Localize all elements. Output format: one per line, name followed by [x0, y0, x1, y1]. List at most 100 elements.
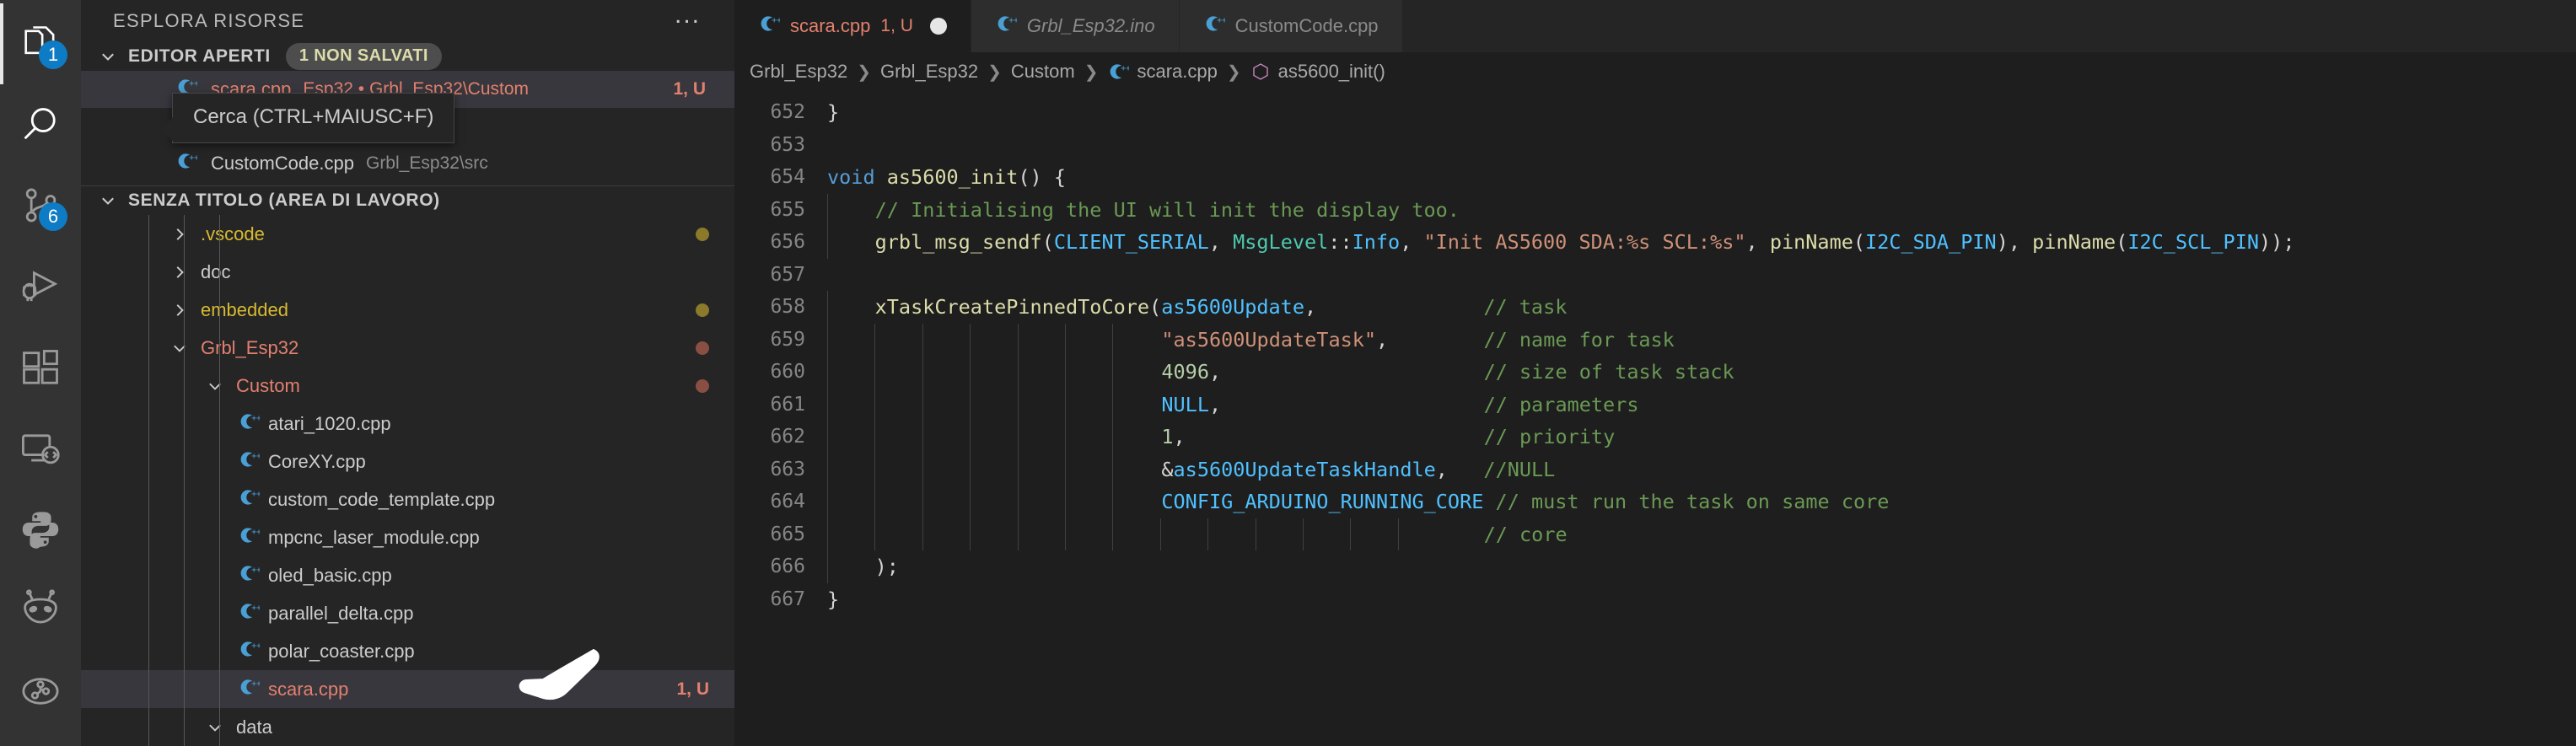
line-number-gutter: 652 653 654 655 656 657 658 659 660 661 662 663 664 6…: [734, 91, 827, 746]
activity-item-extensions[interactable]: [0, 327, 81, 408]
tab-label: Grbl_Esp32.ino: [1026, 15, 1155, 36]
activity-item-source-control[interactable]: 6: [0, 165, 81, 246]
tree-file-row[interactable]: ++ parallel_delta.cpp: [81, 594, 734, 632]
activity-item-run-debug[interactable]: [0, 246, 81, 327]
code-line[interactable]: xTaskCreatePinnedToCore(as5600Update, //…: [827, 291, 2576, 324]
code-content[interactable]: } void as5600_init() { // Initialising th…: [827, 91, 2576, 746]
tree-file-row[interactable]: ++ mpcnc_laser_module.cpp: [81, 518, 734, 556]
dirty-indicator-icon[interactable]: [929, 18, 947, 35]
explorer-badge: 1: [39, 40, 67, 69]
cpp-file-icon: ++: [238, 676, 261, 703]
breadcrumb-item[interactable]: Grbl_Esp32: [880, 61, 978, 83]
chevron-down-icon: [94, 191, 121, 210]
activity-item-search[interactable]: [0, 84, 81, 165]
cpp-file-icon: ++: [238, 486, 261, 513]
code-line[interactable]: }: [827, 96, 2576, 129]
tree-indent-guide: [148, 215, 149, 746]
tab-grbl-esp32-ino[interactable]: ++ Grbl_Esp32.ino: [971, 0, 1180, 52]
activity-item-platformio[interactable]: [0, 570, 81, 651]
svg-text:++: ++: [189, 79, 197, 89]
code-line[interactable]: [827, 259, 2576, 292]
breadcrumb-item[interactable]: as5600_init(): [1250, 61, 1385, 83]
svg-text:++: ++: [251, 451, 260, 460]
indent-guide: [922, 453, 923, 486]
tree-item-label: data: [236, 716, 272, 738]
tree-folder-row[interactable]: Grbl_Esp32: [81, 329, 734, 367]
code-line[interactable]: grbl_msg_sendf(CLIENT_SERIAL, MsgLevel::…: [827, 226, 2576, 259]
indent-guide: [874, 486, 876, 518]
editor-tabbar: ++ scara.cpp 1, U ++ Grbl_Esp32.ino: [734, 0, 2576, 52]
editor-area: ++ scara.cpp 1, U ++ Grbl_Esp32.ino: [734, 0, 2576, 746]
tab-label: scara.cpp: [790, 15, 871, 36]
breadcrumb-separator-icon: ❯: [1226, 62, 1241, 82]
tree-item-label: .vscode: [201, 223, 265, 244]
remote-icon: [22, 434, 60, 464]
activity-item-explorer[interactable]: 1: [0, 3, 81, 84]
indent-guide: [827, 291, 828, 324]
breadcrumb-item[interactable]: Custom: [1011, 61, 1075, 83]
code-line[interactable]: "as5600UpdateTask", // name for task: [827, 323, 2576, 356]
tree-folder-row[interactable]: embedded: [81, 291, 734, 329]
code-line[interactable]: 4096, // size of task stack: [827, 356, 2576, 389]
indent-guide: [1017, 486, 1019, 518]
code-line[interactable]: void as5600_init() {: [827, 161, 2576, 194]
line-number: 655: [770, 198, 805, 221]
chevron-right-icon: [167, 301, 192, 319]
line-number: 661: [770, 393, 805, 416]
tree-file-row[interactable]: ++ CoreXY.cpp: [81, 443, 734, 480]
search-icon: [24, 108, 56, 140]
code-line[interactable]: NULL, // parameters: [827, 388, 2576, 421]
code-line[interactable]: [827, 129, 2576, 162]
cpp-file-icon: ++: [995, 13, 1019, 40]
open-editors-header[interactable]: EDITOR APERTI 1 NON SALVATI: [81, 41, 734, 71]
cpp-file-icon: ++: [238, 638, 261, 665]
activity-item-remote-explorer[interactable]: [0, 408, 81, 489]
activity-bar: 1 6: [0, 0, 81, 746]
workspace-header[interactable]: SENZA TITOLO (AREA DI LAVORO): [81, 185, 734, 215]
workspace-label: SENZA TITOLO (AREA DI LAVORO): [128, 191, 440, 210]
code-line[interactable]: }: [827, 583, 2576, 616]
svg-text:++: ++: [251, 565, 260, 574]
code-line[interactable]: // Initialising the UI will init the dis…: [827, 193, 2576, 226]
line-number: 667: [770, 588, 805, 610]
svg-text:++: ++: [251, 679, 260, 688]
tree-folder-row[interactable]: Custom: [81, 367, 734, 405]
indent-guide: [1065, 421, 1066, 454]
svg-text:++: ++: [251, 413, 260, 422]
code-editor[interactable]: 652 653 654 655 656 657 658 659 660 661 662 663 664 6…: [734, 91, 2576, 746]
sidebar-title: ESPLORA RISORSE: [113, 9, 305, 31]
cpp-file-icon: ++: [1203, 13, 1227, 40]
tree-file-row[interactable]: ++ scara.cpp 1, U: [81, 670, 734, 709]
code-line[interactable]: // core: [827, 518, 2576, 550]
indent-guide: [1112, 323, 1114, 356]
open-editor-path: Grbl_Esp32\src: [365, 153, 488, 173]
code-line[interactable]: );: [827, 550, 2576, 583]
activity-item-python[interactable]: [0, 489, 81, 570]
breadcrumb-item[interactable]: ++ scara.cpp: [1107, 61, 1218, 83]
open-editor-count: 1, U: [673, 78, 706, 99]
sidebar-more-actions-icon[interactable]: ...: [675, 2, 701, 31]
tree-folder-row[interactable]: data: [81, 708, 734, 746]
code-line[interactable]: 1, // priority: [827, 421, 2576, 454]
tree-file-row[interactable]: ++ oled_basic.cpp: [81, 556, 734, 594]
tree-folder-row[interactable]: .vscode: [81, 215, 734, 253]
tree-file-row[interactable]: ++ custom_code_template.cpp: [81, 480, 734, 518]
open-editor-row[interactable]: ++ CustomCode.cpp Grbl_Esp32\src: [81, 145, 734, 182]
code-line[interactable]: CONFIG_ARDUINO_RUNNING_CORE // must run …: [827, 486, 2576, 518]
svg-text:++: ++: [251, 527, 260, 536]
tree-folder-row[interactable]: doc: [81, 253, 734, 291]
tab-customcode-cpp[interactable]: ++ CustomCode.cpp: [1179, 0, 1403, 52]
extensions-icon: [23, 350, 58, 384]
indent-guide: [874, 518, 876, 550]
tree-file-row[interactable]: ++ polar_coaster.cpp: [81, 632, 734, 670]
code-line[interactable]: &as5600UpdateTaskHandle, //NULL: [827, 453, 2576, 486]
tree-file-row[interactable]: ++ atari_1020.cpp: [81, 405, 734, 443]
platformio-alien-icon: [24, 589, 57, 624]
cpp-file-icon: ++: [758, 13, 782, 40]
breadcrumb-item[interactable]: Grbl_Esp32: [750, 61, 847, 83]
indent-guide: [922, 323, 923, 356]
breadcrumb-separator-icon: ❯: [1084, 62, 1099, 82]
indent-guide: [827, 550, 828, 583]
activity-item-gitlens[interactable]: [0, 651, 81, 732]
tab-scara-cpp[interactable]: ++ scara.cpp 1, U: [734, 0, 971, 52]
